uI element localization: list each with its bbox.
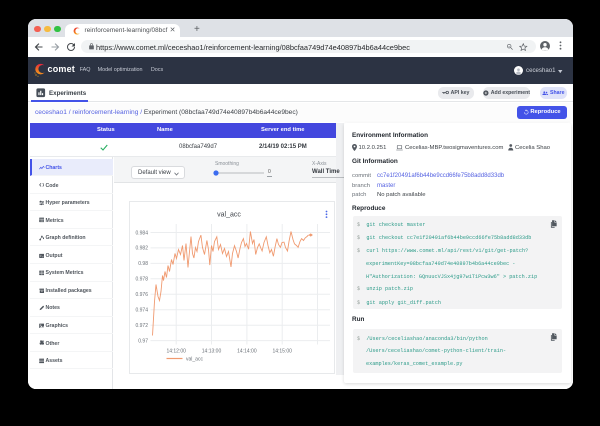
svg-text:0.972: 0.972 — [135, 323, 148, 329]
svg-text:val_acc: val_acc — [217, 212, 241, 219]
svg-text:0.976: 0.976 — [135, 292, 148, 298]
svg-text:14:14:00: 14:14:00 — [237, 349, 257, 355]
svg-text:14:13:00: 14:13:00 — [202, 349, 222, 355]
svg-text:0.984: 0.984 — [135, 230, 148, 236]
svg-text:0.978: 0.978 — [135, 277, 148, 283]
svg-text:14:15:00: 14:15:00 — [272, 349, 292, 355]
svg-text:0.974: 0.974 — [135, 308, 148, 314]
svg-text:val_acc: val_acc — [186, 357, 203, 363]
svg-text:0.98: 0.98 — [138, 261, 148, 267]
svg-text:0.97: 0.97 — [138, 338, 148, 344]
svg-text:0.982: 0.982 — [135, 246, 148, 252]
svg-text:14:12:00: 14:12:00 — [166, 349, 186, 355]
